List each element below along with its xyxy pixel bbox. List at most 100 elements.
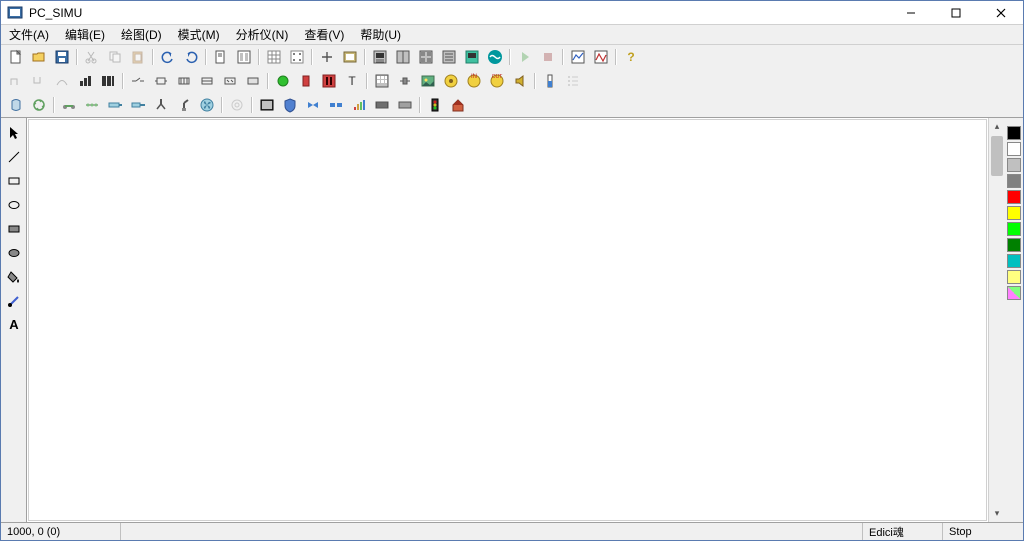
arduino-button[interactable]	[484, 46, 506, 68]
conveyor-roller-button[interactable]	[81, 94, 103, 116]
color-swatch-6[interactable]	[1007, 222, 1021, 236]
chart-bars-button[interactable]	[74, 70, 96, 92]
paste-button[interactable]	[127, 46, 149, 68]
slider-button[interactable]	[394, 70, 416, 92]
color-swatch-3[interactable]	[1007, 174, 1021, 188]
run-button[interactable]	[514, 46, 536, 68]
color-swatch-1[interactable]	[1007, 142, 1021, 156]
pointer-tool[interactable]	[3, 122, 25, 144]
image-button[interactable]	[417, 70, 439, 92]
vertical-scrollbar[interactable]: ▴ ▾	[988, 118, 1005, 522]
house-button[interactable]	[447, 94, 469, 116]
properties-button[interactable]	[316, 46, 338, 68]
config-button[interactable]	[339, 46, 361, 68]
minimize-button[interactable]	[888, 1, 933, 25]
help-button[interactable]: ?	[620, 46, 642, 68]
tank-button[interactable]	[5, 94, 27, 116]
menu-mode[interactable]: 模式(M)	[170, 24, 228, 45]
scroll-up-icon[interactable]: ▴	[989, 118, 1005, 135]
text-tool[interactable]: A	[3, 314, 25, 336]
conveyor-flat-button[interactable]	[58, 94, 80, 116]
display-7seg-button[interactable]	[318, 70, 340, 92]
cut-button[interactable]	[81, 46, 103, 68]
menu-analyzer[interactable]: 分析仪(N)	[228, 24, 297, 45]
relay2-button[interactable]	[196, 70, 218, 92]
close-button[interactable]	[978, 1, 1023, 25]
robot-arm-button[interactable]	[173, 94, 195, 116]
color-swatch-5[interactable]	[1007, 206, 1021, 220]
color-swatch-9[interactable]	[1007, 270, 1021, 284]
led-green-button[interactable]	[272, 70, 294, 92]
target-button[interactable]	[226, 94, 248, 116]
line-tool[interactable]	[3, 146, 25, 168]
scroll-thumb[interactable]	[991, 136, 1003, 176]
color-swatch-4[interactable]	[1007, 190, 1021, 204]
relay1-button[interactable]	[173, 70, 195, 92]
menu-help[interactable]: 帮助(U)	[352, 24, 409, 45]
paint-bucket-tool[interactable]	[3, 266, 25, 288]
motor-button[interactable]	[440, 70, 462, 92]
scroll-down-icon[interactable]: ▾	[989, 505, 1005, 522]
redo-button[interactable]	[180, 46, 202, 68]
shape-curve-button[interactable]	[51, 70, 73, 92]
signal-list-button[interactable]	[562, 70, 584, 92]
grid-toggle-button[interactable]	[263, 46, 285, 68]
graph1-button[interactable]	[567, 46, 589, 68]
chart-bars2-button[interactable]	[97, 70, 119, 92]
color-swatch-7[interactable]	[1007, 238, 1021, 252]
rectangle-tool[interactable]	[3, 170, 25, 192]
snap-grid-button[interactable]	[286, 46, 308, 68]
module4-button[interactable]	[461, 46, 483, 68]
page-layout-button[interactable]	[233, 46, 255, 68]
copy-button[interactable]	[104, 46, 126, 68]
relay4-button[interactable]	[242, 70, 264, 92]
filled-rect-tool[interactable]	[3, 218, 25, 240]
switch-nc-button[interactable]	[150, 70, 172, 92]
graph2-button[interactable]	[590, 46, 612, 68]
gripper-button[interactable]	[150, 94, 172, 116]
shape-step-button[interactable]	[5, 70, 27, 92]
hatch2-button[interactable]	[394, 94, 416, 116]
fan-button[interactable]	[196, 94, 218, 116]
menu-draw[interactable]: 绘图(D)	[113, 24, 170, 45]
text-label-button[interactable]: T	[341, 70, 363, 92]
switch-no-button[interactable]	[127, 70, 149, 92]
pipe-joint-button[interactable]	[325, 94, 347, 116]
level-indicator-button[interactable]	[539, 70, 561, 92]
plc-button[interactable]	[369, 46, 391, 68]
menu-view[interactable]: 查看(V)	[296, 24, 352, 45]
cylinder1-button[interactable]	[104, 94, 126, 116]
keypad-button[interactable]	[371, 70, 393, 92]
module3-button[interactable]	[438, 46, 460, 68]
speaker-button[interactable]	[509, 70, 531, 92]
shield-button[interactable]	[279, 94, 301, 116]
motor-in-button[interactable]: IN	[463, 70, 485, 92]
drawing-canvas[interactable]	[28, 119, 987, 521]
save-file-button[interactable]	[51, 46, 73, 68]
valve-button[interactable]	[302, 94, 324, 116]
page-setup-button[interactable]	[210, 46, 232, 68]
undo-button[interactable]	[157, 46, 179, 68]
open-file-button[interactable]	[28, 46, 50, 68]
traffic-light-button[interactable]	[424, 94, 446, 116]
hatch1-button[interactable]	[371, 94, 393, 116]
color-swatch-10[interactable]	[1007, 286, 1021, 300]
module2-button[interactable]	[415, 46, 437, 68]
maximize-button[interactable]	[933, 1, 978, 25]
shape-step-down-button[interactable]	[28, 70, 50, 92]
color-swatch-2[interactable]	[1007, 158, 1021, 172]
signal-bars-button[interactable]	[348, 94, 370, 116]
stop-button[interactable]	[537, 46, 559, 68]
panel-button[interactable]	[256, 94, 278, 116]
cylinder2-button[interactable]	[127, 94, 149, 116]
menu-file[interactable]: 文件(A)	[1, 24, 57, 45]
module1-button[interactable]	[392, 46, 414, 68]
motor-out-button[interactable]: OUT	[486, 70, 508, 92]
filled-ellipse-tool[interactable]	[3, 242, 25, 264]
brush-tool[interactable]	[3, 290, 25, 312]
color-swatch-0[interactable]	[1007, 126, 1021, 140]
ellipse-tool[interactable]	[3, 194, 25, 216]
color-swatch-8[interactable]	[1007, 254, 1021, 268]
new-file-button[interactable]	[5, 46, 27, 68]
led-box-button[interactable]	[295, 70, 317, 92]
